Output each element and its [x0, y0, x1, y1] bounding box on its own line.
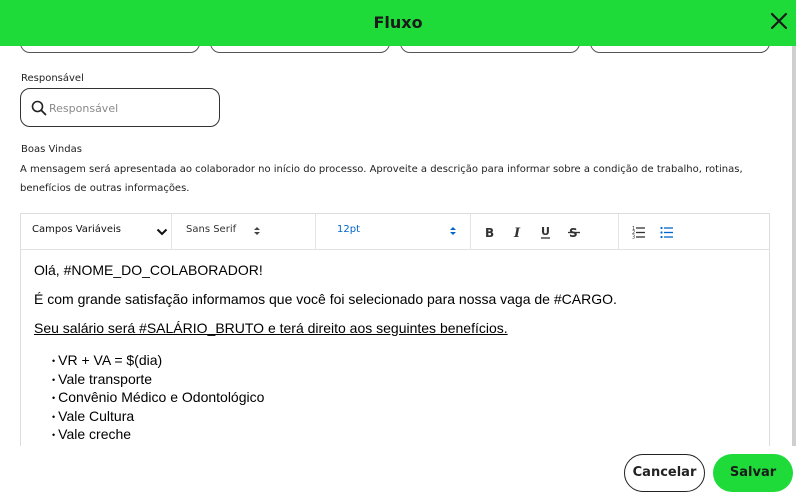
greeting-line: Olá, #NOME_DO_COLABORADOR!	[34, 262, 263, 278]
top-field-1[interactable]	[20, 46, 200, 53]
modal-footer: Cancelar Salvar	[0, 446, 796, 498]
font-select[interactable]: Sans Serif	[186, 224, 236, 235]
list-item: Vale transporte	[52, 370, 264, 389]
top-field-4[interactable]	[590, 46, 770, 53]
italic-icon[interactable]: I	[510, 224, 526, 241]
select-arrows-icon[interactable]	[253, 225, 261, 237]
scrollbar-thumb[interactable]	[792, 46, 796, 446]
modal-body[interactable]: Responsável Boas Vindas A mensagem será …	[0, 46, 796, 446]
top-field-3[interactable]	[400, 46, 580, 53]
svg-text:3: 3	[632, 235, 635, 241]
intro-line: É com grande satisfação informamos que v…	[34, 291, 617, 307]
toolbar-divider	[171, 214, 172, 250]
select-arrows-icon[interactable]	[449, 225, 457, 237]
salary-line: Seu salário será #SALÁRIO_BRUTO e terá d…	[34, 320, 508, 336]
responsavel-search-field[interactable]	[20, 88, 220, 127]
list-item: Vale Cultura	[52, 407, 264, 426]
rich-text-editor[interactable]: Campos Variáveis Sans Serif 12pt B I U 1…	[20, 213, 770, 446]
benefits-list: VR + VA = $(dia) Vale transporte Convêni…	[52, 351, 264, 444]
bold-icon[interactable]: B	[482, 224, 498, 240]
size-select[interactable]: 12pt	[337, 224, 360, 235]
bullet-list-icon[interactable]	[659, 224, 675, 240]
ordered-list-icon[interactable]: 1 2 3	[631, 224, 647, 241]
variables-select[interactable]: Campos Variáveis	[32, 224, 121, 235]
svg-text:I: I	[513, 226, 521, 240]
strikethrough-icon[interactable]: S	[566, 224, 582, 240]
flow-modal: Fluxo Responsável Boas Vindas A mensagem…	[0, 0, 796, 498]
list-item: Convênio Médico e Odontológico	[52, 388, 264, 407]
underline-icon[interactable]: U	[538, 224, 554, 240]
responsavel-input[interactable]	[49, 98, 209, 118]
modal-title: Fluxo	[373, 13, 423, 32]
toolbar-divider	[618, 214, 619, 250]
svg-text:U: U	[541, 225, 550, 238]
toolbar-divider	[315, 214, 316, 250]
close-icon[interactable]	[766, 8, 794, 36]
editor-toolbar: Campos Variáveis Sans Serif 12pt B I U 1…	[21, 214, 769, 250]
modal-header: Fluxo	[0, 0, 796, 46]
svg-text:B: B	[485, 226, 494, 240]
responsavel-label: Responsável	[21, 73, 84, 84]
chevron-down-icon[interactable]	[156, 227, 168, 237]
cancel-button[interactable]: Cancelar	[624, 454, 705, 492]
save-button[interactable]: Salvar	[713, 454, 793, 492]
list-item: Vale creche	[52, 425, 264, 444]
scrollbar[interactable]	[792, 46, 796, 446]
list-item: VR + VA = $(dia)	[52, 351, 264, 370]
boas-vindas-description: A mensagem será apresentada ao colaborad…	[20, 164, 743, 194]
boas-vindas-label: Boas Vindas	[21, 144, 82, 155]
search-icon	[31, 100, 47, 116]
toolbar-divider	[470, 214, 471, 250]
top-field-2[interactable]	[210, 46, 390, 53]
